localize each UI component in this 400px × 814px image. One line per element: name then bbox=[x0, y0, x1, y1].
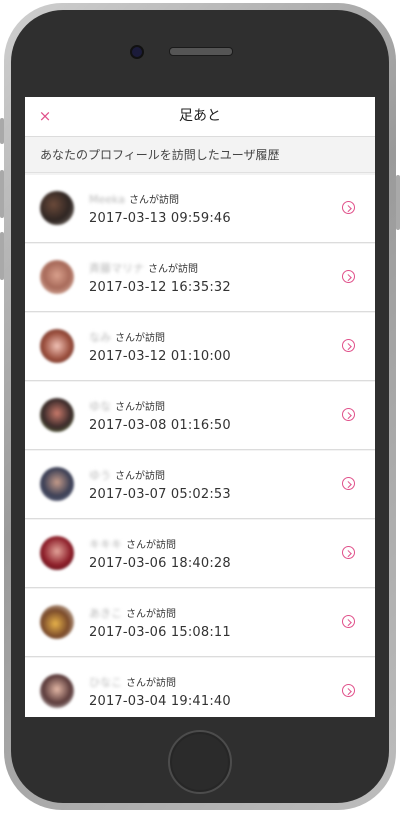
visit-suffix: さんが訪問 bbox=[115, 333, 165, 344]
chevron-right-icon bbox=[342, 615, 355, 628]
visitor-name: キキキ bbox=[89, 538, 122, 551]
visit-label: Meeka さんが訪問 bbox=[89, 191, 179, 206]
visitor-row[interactable]: ゆな さんが訪問 2017-03-08 01:16:50 bbox=[25, 382, 375, 450]
visit-label: ゆな さんが訪問 bbox=[89, 398, 165, 414]
visitor-name: ゆう bbox=[89, 469, 111, 482]
avatar bbox=[40, 467, 74, 501]
chevron-right-icon bbox=[342, 408, 355, 421]
visit-timestamp: 2017-03-12 01:10:00 bbox=[89, 349, 231, 364]
avatar bbox=[40, 329, 74, 363]
power-button bbox=[396, 175, 400, 230]
volume-down-button bbox=[0, 232, 4, 280]
visitor-row[interactable]: ひなこ さんが訪問 2017-03-04 19:41:40 bbox=[25, 658, 375, 717]
visit-timestamp: 2017-03-12 16:35:32 bbox=[89, 280, 231, 295]
avatar bbox=[40, 398, 74, 432]
visit-timestamp: 2017-03-07 05:02:53 bbox=[89, 487, 231, 502]
visitor-row[interactable]: 斉藤マリナ さんが訪問 2017-03-12 16:35:32 bbox=[25, 244, 375, 312]
page-title: 足あと bbox=[179, 108, 221, 124]
visit-timestamp: 2017-03-13 09:59:46 bbox=[89, 211, 231, 226]
visitor-name: ゆな bbox=[89, 400, 111, 413]
visit-suffix: さんが訪問 bbox=[148, 264, 198, 275]
visit-label: なみ さんが訪問 bbox=[89, 329, 165, 345]
visitor-row[interactable]: キキキ さんが訪問 2017-03-06 18:40:28 bbox=[25, 520, 375, 588]
visit-suffix: さんが訪問 bbox=[115, 402, 165, 413]
visit-timestamp: 2017-03-06 15:08:11 bbox=[89, 625, 231, 640]
nav-header: × 足あと bbox=[25, 97, 375, 137]
section-heading: あなたのプロフィールを訪問したユーザ履歴 bbox=[25, 137, 375, 173]
app-screen: × 足あと あなたのプロフィールを訪問したユーザ履歴 Meeka さんが訪問 20… bbox=[25, 97, 375, 717]
avatar bbox=[40, 191, 74, 225]
volume-up-button bbox=[0, 170, 4, 218]
chevron-right-icon bbox=[342, 684, 355, 697]
visitor-name: 斉藤マリナ bbox=[89, 262, 144, 275]
front-camera bbox=[130, 45, 144, 59]
earpiece-speaker bbox=[169, 47, 233, 56]
visit-suffix: さんが訪問 bbox=[126, 678, 176, 689]
chevron-right-icon bbox=[342, 339, 355, 352]
visit-label: キキキ さんが訪問 bbox=[89, 536, 176, 552]
avatar bbox=[40, 536, 74, 570]
visitor-name: ひなこ bbox=[89, 676, 122, 689]
avatar bbox=[40, 674, 74, 708]
visit-label: 斉藤マリナ さんが訪問 bbox=[89, 260, 198, 276]
mute-switch bbox=[0, 118, 4, 144]
visit-timestamp: 2017-03-08 01:16:50 bbox=[89, 418, 231, 433]
visit-label: ゆう さんが訪問 bbox=[89, 467, 165, 483]
visit-label: ひなこ さんが訪問 bbox=[89, 674, 176, 690]
chevron-right-icon bbox=[342, 477, 355, 490]
chevron-right-icon bbox=[342, 201, 355, 214]
visitor-row[interactable]: Meeka さんが訪問 2017-03-13 09:59:46 bbox=[25, 175, 375, 243]
home-button[interactable] bbox=[168, 730, 232, 794]
visit-suffix: さんが訪問 bbox=[128, 195, 179, 206]
chevron-right-icon bbox=[342, 546, 355, 559]
visit-suffix: さんが訪問 bbox=[126, 540, 176, 551]
chevron-right-icon bbox=[342, 270, 355, 283]
visitor-name: なみ bbox=[89, 331, 111, 344]
visitor-row[interactable]: ゆう さんが訪問 2017-03-07 05:02:53 bbox=[25, 451, 375, 519]
visitor-row[interactable]: なみ さんが訪問 2017-03-12 01:10:00 bbox=[25, 313, 375, 381]
avatar bbox=[40, 260, 74, 294]
visit-label: あきこ さんが訪問 bbox=[89, 605, 176, 621]
visitor-list: Meeka さんが訪問 2017-03-13 09:59:46 斉藤マリナ さんが訪… bbox=[25, 175, 375, 717]
visit-suffix: さんが訪問 bbox=[115, 471, 165, 482]
visitor-name: あきこ bbox=[89, 607, 122, 620]
visit-timestamp: 2017-03-04 19:41:40 bbox=[89, 694, 231, 709]
visit-timestamp: 2017-03-06 18:40:28 bbox=[89, 556, 231, 571]
avatar bbox=[40, 605, 74, 639]
visitor-name: Meeka bbox=[89, 193, 125, 206]
visitor-row[interactable]: あきこ さんが訪問 2017-03-06 15:08:11 bbox=[25, 589, 375, 657]
visit-suffix: さんが訪問 bbox=[126, 609, 176, 620]
